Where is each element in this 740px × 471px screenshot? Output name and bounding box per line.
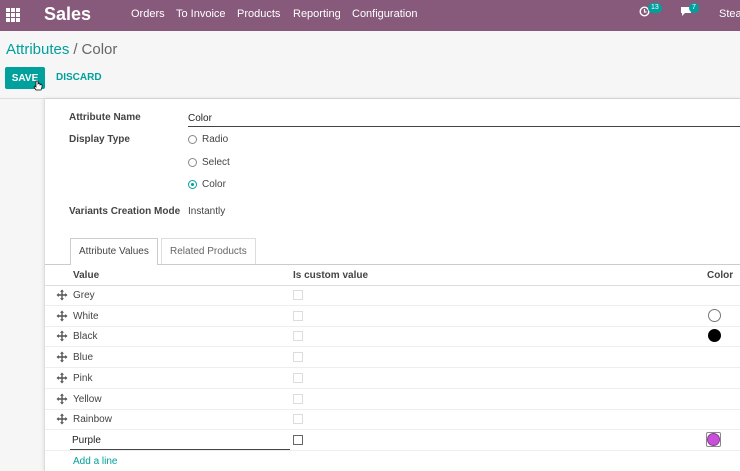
breadcrumb-attributes-link[interactable]: Attributes <box>6 41 69 58</box>
menu-reporting[interactable]: Reporting <box>293 8 341 20</box>
breadcrumb: Attributes / Color <box>6 41 117 58</box>
table-row[interactable]: Yellow <box>45 389 740 410</box>
custom-value-checkbox[interactable] <box>293 310 303 321</box>
custom-value-checkbox[interactable] <box>293 372 303 383</box>
radio-option-label: Select <box>202 157 230 168</box>
breadcrumb-separator: / <box>73 41 78 58</box>
display-type-label: Display Type <box>69 134 130 145</box>
custom-value-checkbox[interactable] <box>293 352 303 363</box>
user-menu[interactable]: Stea <box>719 8 740 20</box>
drag-handle-icon[interactable] <box>56 372 68 384</box>
message-count-badge: 7 <box>689 3 699 13</box>
drag-handle-icon[interactable] <box>56 289 68 301</box>
table-row[interactable]: Blue <box>45 347 740 369</box>
drag-handle-icon[interactable] <box>56 393 68 405</box>
variants-mode-value[interactable]: Instantly <box>188 206 225 217</box>
app-name[interactable]: Sales <box>44 4 91 25</box>
table-row[interactable]: Pink <box>45 368 740 389</box>
attribute-name-label: Attribute Name <box>69 112 141 123</box>
radio-button-icon <box>188 135 197 144</box>
menu-configuration[interactable]: Configuration <box>352 8 417 20</box>
tab-attribute-values[interactable]: Attribute Values <box>70 238 158 265</box>
add-line-link[interactable]: Add a line <box>73 456 117 467</box>
display-type-select[interactable]: Select <box>188 157 230 168</box>
column-header-value[interactable]: Value <box>73 270 99 281</box>
custom-value-checkbox[interactable] <box>293 414 303 425</box>
messages-button[interactable]: 7 <box>680 3 699 20</box>
top-navbar: Sales Orders To Invoice Products Reporti… <box>0 0 740 31</box>
tab-related-products[interactable]: Related Products <box>161 238 256 264</box>
custom-value-checkbox[interactable] <box>293 435 303 445</box>
activity-button[interactable]: 13 <box>639 3 662 20</box>
custom-value-checkbox[interactable] <box>293 393 303 404</box>
menu-to-invoice[interactable]: To Invoice <box>176 8 226 20</box>
color-swatch <box>708 329 721 343</box>
radio-option-label: Color <box>202 179 226 190</box>
drag-handle-icon[interactable] <box>56 330 68 342</box>
form-sheet: Attribute Name Display Type Radio Select… <box>44 99 740 471</box>
attribute-name-input[interactable] <box>188 110 740 127</box>
value-name: Pink <box>73 372 93 384</box>
table-row[interactable]: Grey <box>45 285 740 306</box>
mouse-pointer-icon <box>33 80 43 91</box>
table-row[interactable]: White <box>45 306 740 327</box>
value-name: Blue <box>73 352 94 364</box>
custom-value-checkbox[interactable] <box>293 290 303 300</box>
table-row-editing[interactable] <box>45 430 740 451</box>
drag-handle-icon[interactable] <box>56 310 68 322</box>
custom-value-checkbox[interactable] <box>293 331 303 342</box>
menu-orders[interactable]: Orders <box>131 8 165 20</box>
drag-handle-icon[interactable] <box>56 413 68 425</box>
column-header-custom-value[interactable]: Is custom value <box>293 270 368 281</box>
radio-option-label: Radio <box>202 134 229 145</box>
display-type-color[interactable]: Color <box>188 179 226 190</box>
value-name: White <box>73 310 99 322</box>
variants-mode-label: Variants Creation Mode <box>69 206 181 217</box>
value-name: Black <box>73 331 98 343</box>
display-type-radio[interactable]: Radio <box>188 134 228 145</box>
color-swatch <box>708 308 721 322</box>
menu-products[interactable]: Products <box>237 8 280 20</box>
discard-button[interactable]: DISCARD <box>56 72 102 83</box>
table-row[interactable]: Black <box>45 326 740 348</box>
activity-count-badge: 13 <box>648 3 662 13</box>
value-name: Yellow <box>73 393 102 405</box>
table-row[interactable]: Rainbow <box>45 409 740 431</box>
column-header-color[interactable]: Color <box>707 270 733 281</box>
color-picker[interactable] <box>706 432 721 447</box>
radio-button-selected-icon <box>188 180 197 189</box>
drag-handle-icon[interactable] <box>56 351 68 363</box>
value-name: Grey <box>73 290 95 301</box>
radio-button-icon <box>188 158 197 167</box>
breadcrumb-current: Color <box>81 41 118 58</box>
value-name: Rainbow <box>73 414 112 426</box>
value-name-input[interactable] <box>70 432 290 450</box>
color-swatch <box>707 433 720 446</box>
apps-menu-icon[interactable] <box>6 8 20 22</box>
